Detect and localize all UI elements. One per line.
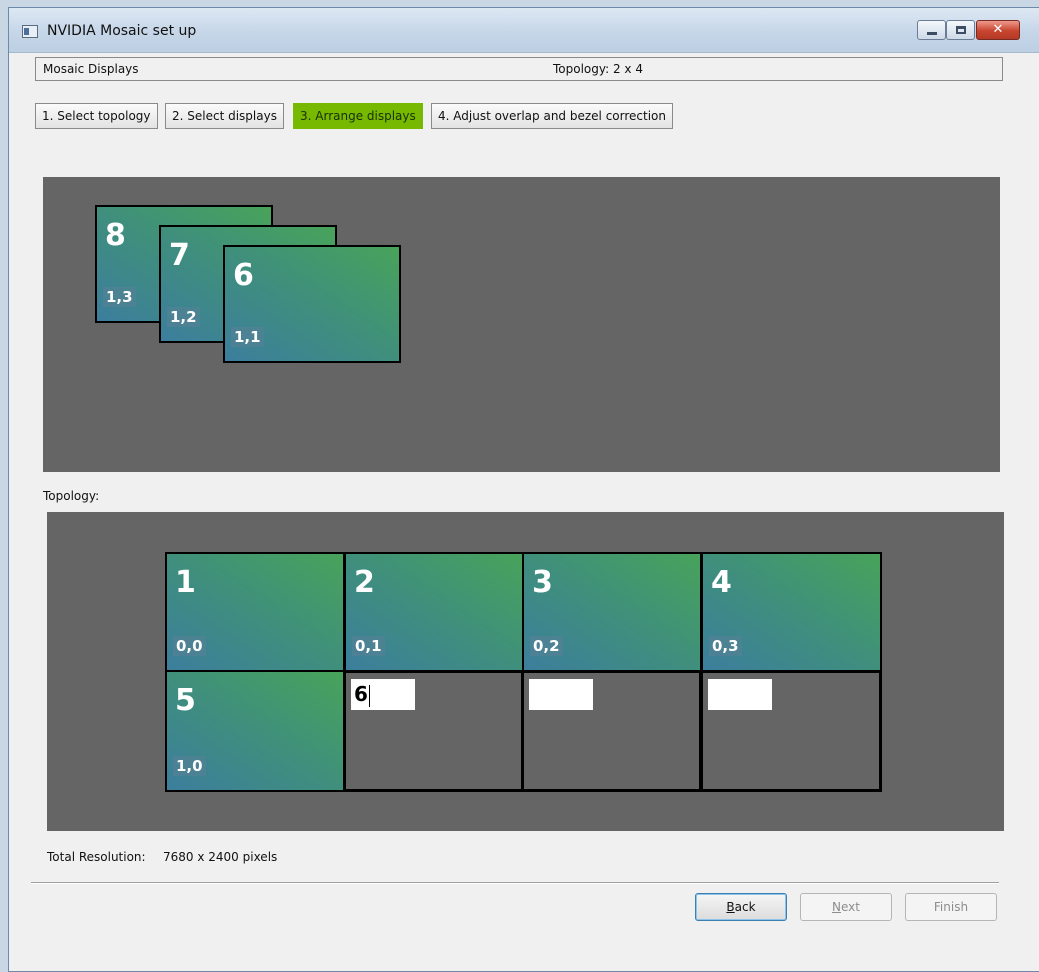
topology-cell-1-3[interactable]: [700, 670, 882, 792]
next-mnemonic: N: [832, 900, 841, 914]
step-arrange-displays[interactable]: 3. Arrange displays: [293, 103, 423, 129]
app-icon: [22, 25, 38, 38]
display-number: 8: [105, 218, 126, 253]
topology-grid-canvas: 1 0,0 2 0,1 3 0,2 4 0,3 5 1,0 6: [47, 512, 1004, 831]
total-resolution-label: Total Resolution:: [47, 850, 146, 864]
display-number: 3: [532, 565, 553, 600]
mosaic-setup-window: NVIDIA Mosaic set up ✕ Mosaic Displays T…: [8, 7, 1039, 972]
text-caret: [368, 684, 370, 707]
total-resolution-value: 7680 x 2400 pixels: [163, 850, 278, 864]
display-coord: 1,0: [173, 756, 206, 776]
finish-button[interactable]: Finish: [905, 893, 997, 921]
arrange-displays-canvas[interactable]: 8 1,3 7 1,2 6 1,1: [43, 177, 1000, 472]
display-number-input[interactable]: [529, 679, 593, 710]
topology-cell-1-1[interactable]: 6: [343, 670, 524, 792]
minimize-icon: [927, 32, 937, 35]
topology-tile-3[interactable]: 3 0,2: [522, 552, 702, 672]
close-icon: ✕: [992, 22, 1004, 37]
next-label-rest: ext: [841, 900, 860, 914]
step-select-topology[interactable]: 1. Select topology: [35, 103, 158, 129]
next-button[interactable]: Next: [800, 893, 892, 921]
footer-divider: [31, 882, 999, 884]
display-number: 1: [175, 565, 196, 600]
display-number-input[interactable]: 6: [351, 679, 415, 710]
step-select-displays[interactable]: 2. Select displays: [165, 103, 284, 129]
topology-tile-2[interactable]: 2 0,1: [344, 552, 524, 672]
display-number: 5: [175, 683, 196, 718]
display-number: 4: [711, 565, 732, 600]
back-label-rest: ack: [734, 900, 756, 914]
display-coord: 0,1: [352, 636, 385, 656]
step-adjust-overlap[interactable]: 4. Adjust overlap and bezel correction: [431, 103, 673, 129]
display-tile-6[interactable]: 6 1,1: [223, 245, 401, 363]
display-number-input[interactable]: [708, 679, 772, 710]
display-coord: 0,2: [530, 636, 563, 656]
topology-label: Topology:: [43, 489, 100, 503]
display-number: 6: [233, 258, 254, 293]
maximize-icon: [956, 26, 966, 34]
display-coord: 1,3: [103, 287, 136, 307]
topology-tile-4[interactable]: 4 0,3: [701, 552, 882, 672]
display-number: 2: [354, 565, 375, 600]
topology-tile-1[interactable]: 1 0,0: [165, 552, 345, 672]
mosaic-displays-label: Mosaic Displays: [43, 62, 139, 76]
window-title: NVIDIA Mosaic set up: [47, 23, 197, 39]
display-coord: 1,2: [167, 307, 200, 327]
maximize-button[interactable]: [946, 20, 975, 40]
back-button[interactable]: Back: [695, 893, 787, 921]
back-mnemonic: B: [726, 900, 735, 914]
display-coord: 0,0: [173, 636, 206, 656]
topology-summary: Topology: 2 x 4: [553, 62, 643, 76]
minimize-button[interactable]: [917, 20, 946, 40]
display-number-input-value: 6: [354, 682, 368, 706]
close-button[interactable]: ✕: [976, 20, 1020, 40]
display-coord: 1,1: [231, 327, 264, 347]
topology-cell-1-2[interactable]: [521, 670, 702, 792]
mosaic-header-bar: Mosaic Displays Topology: 2 x 4: [35, 57, 1003, 81]
display-number: 7: [169, 238, 190, 273]
display-coord: 0,3: [709, 636, 742, 656]
topology-tile-5[interactable]: 5 1,0: [165, 670, 345, 792]
title-bar[interactable]: NVIDIA Mosaic set up ✕: [9, 8, 1039, 53]
